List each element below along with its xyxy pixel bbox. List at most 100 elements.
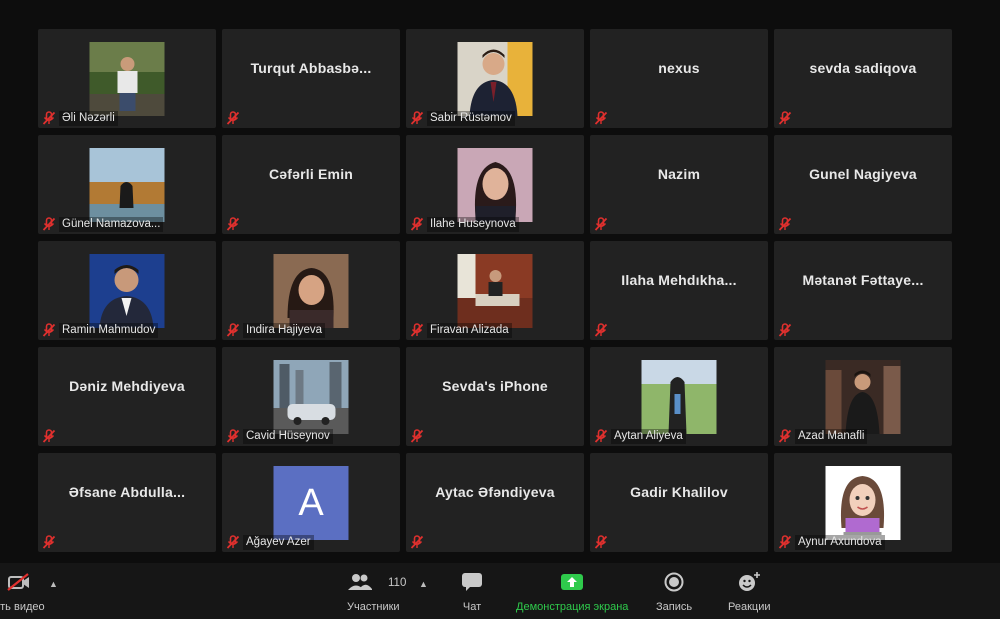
reactions-label: Реакции <box>728 601 771 613</box>
participant-tile[interactable]: Turqut Abbasbə... <box>222 29 400 128</box>
mic-muted-icon <box>410 111 424 125</box>
participant-video <box>89 148 165 222</box>
participant-status-bar <box>594 534 608 550</box>
mic-muted-icon <box>778 323 792 337</box>
participant-tile[interactable]: Əli Nəzərli <box>38 29 216 128</box>
participant-name: Aytan Aliyeva <box>611 428 686 444</box>
participant-video <box>457 42 533 116</box>
mic-muted-icon <box>778 429 792 443</box>
participant-name: Günel Namazova... <box>59 216 164 232</box>
participant-video <box>273 360 349 434</box>
participant-status-bar: Sabir Rüstəmov <box>410 110 515 126</box>
participant-video <box>825 360 901 434</box>
participant-display-name: Əfsane Abdulla... <box>68 483 186 500</box>
participant-name: Əli Nəzərli <box>59 110 118 126</box>
participant-tile[interactable]: sevda sadiqova <box>774 29 952 128</box>
participant-status-bar: Indira Hajiyeva <box>226 322 326 338</box>
record-button[interactable]: Запись <box>656 571 692 613</box>
participant-status-bar <box>778 322 792 338</box>
reactions-icon <box>739 572 761 591</box>
participant-video <box>273 254 349 328</box>
participant-tile[interactable]: Aytan Aliyeva <box>590 347 768 446</box>
participant-display-name: nexus <box>658 59 700 76</box>
participant-tile[interactable]: Aytac Əfəndiyeva <box>406 453 584 552</box>
participant-tile[interactable]: Ilaha Mehdıkha... <box>590 241 768 340</box>
participant-status-bar: Aytan Aliyeva <box>594 428 686 444</box>
participant-tile[interactable]: Ilahe Huseynova <box>406 135 584 234</box>
participant-tile[interactable]: A Ağayev Azer <box>222 453 400 552</box>
participant-tile[interactable]: Əfsane Abdulla... <box>38 453 216 552</box>
participant-tile[interactable]: Mətanət Fəttaye... <box>774 241 952 340</box>
chat-button[interactable]: Чат <box>461 571 483 613</box>
mic-muted-icon <box>42 111 56 125</box>
participant-status-bar <box>594 322 608 338</box>
participant-display-name: Turqut Abbasbə... <box>250 59 372 76</box>
participant-display-name: Mətanət Fəttaye... <box>802 271 924 288</box>
participant-name: Ramin Mahmudov <box>59 322 159 338</box>
mic-muted-icon <box>42 323 56 337</box>
participant-display-name: Nazim <box>657 165 701 182</box>
record-icon <box>664 572 684 592</box>
participant-tile[interactable]: Dəniz Mehdiyeva <box>38 347 216 446</box>
participant-status-bar: Ilahe Huseynova <box>410 216 519 232</box>
participants-icon <box>348 574 373 590</box>
participant-tile[interactable]: Aynur Axundova <box>774 453 952 552</box>
participant-status-bar <box>594 110 608 126</box>
participant-tile[interactable]: Azad Manafli <box>774 347 952 446</box>
participant-status-bar: Ramin Mahmudov <box>42 322 159 338</box>
participant-name: Ilahe Huseynova <box>427 216 519 232</box>
participant-tile[interactable]: Sevda's iPhone <box>406 347 584 446</box>
mic-muted-icon <box>42 217 56 231</box>
video-options-caret[interactable]: ▲ <box>49 579 58 589</box>
reactions-button[interactable]: Реакции <box>728 571 771 613</box>
participant-tile[interactable]: Firavan Alizada <box>406 241 584 340</box>
participant-status-bar: Cavid Hüseynov <box>226 428 333 444</box>
participant-video <box>89 42 165 116</box>
participant-tile[interactable]: Gunel Nagiyeva <box>774 135 952 234</box>
mic-muted-icon <box>226 217 240 231</box>
mic-muted-icon <box>594 217 608 231</box>
mic-muted-icon <box>778 111 792 125</box>
participant-gallery: Əli Nəzərli Turqut Abbasbə... Sabir Rüstəm… <box>38 29 953 554</box>
mic-muted-icon <box>778 535 792 549</box>
participant-tile[interactable]: Gadir Khalilov <box>590 453 768 552</box>
participant-status-bar <box>42 534 56 550</box>
participant-name: Cavid Hüseynov <box>243 428 333 444</box>
participants-options-caret[interactable]: ▲ <box>419 579 428 589</box>
share-screen-button[interactable]: Демонстрация экрана <box>516 571 628 613</box>
participant-name: Indira Hajiyeva <box>243 322 326 338</box>
participants-count: 110 <box>388 577 407 589</box>
participants-label: Участники <box>347 601 400 613</box>
chat-label: Чат <box>462 601 482 613</box>
participant-name: Aynur Axundova <box>795 534 885 550</box>
participant-tile[interactable]: Ramin Mahmudov <box>38 241 216 340</box>
avatar-letter: A <box>298 481 324 524</box>
participant-tile[interactable]: Günel Namazova... <box>38 135 216 234</box>
mic-muted-icon <box>594 535 608 549</box>
participant-tile[interactable]: Nazim <box>590 135 768 234</box>
share-screen-icon <box>561 574 584 590</box>
mic-muted-icon <box>226 111 240 125</box>
mic-muted-icon <box>42 429 56 443</box>
participant-avatar: A <box>273 466 349 540</box>
participant-video <box>825 466 901 540</box>
mic-muted-icon <box>226 323 240 337</box>
participant-status-bar: Əli Nəzərli <box>42 110 118 126</box>
participant-tile[interactable]: Indira Hajiyeva <box>222 241 400 340</box>
participant-status-bar <box>226 216 240 232</box>
mic-muted-icon <box>594 111 608 125</box>
participant-status-bar: Aynur Axundova <box>778 534 885 550</box>
participant-status-bar <box>410 534 424 550</box>
participant-status-bar <box>42 428 56 444</box>
participant-display-name: Aytac Əfəndiyeva <box>435 483 555 500</box>
participant-tile[interactable]: nexus <box>590 29 768 128</box>
video-toggle-button[interactable]: ить видео <box>0 571 45 613</box>
participant-display-name: Ilaha Mehdıkha... <box>621 271 737 288</box>
participant-display-name: Gadir Khalilov <box>630 483 728 500</box>
participant-status-bar <box>778 216 792 232</box>
mic-muted-icon <box>410 429 424 443</box>
participant-tile[interactable]: Cəfərli Emin <box>222 135 400 234</box>
participant-tile[interactable]: Sabir Rüstəmov <box>406 29 584 128</box>
participant-tile[interactable]: Cavid Hüseynov <box>222 347 400 446</box>
meeting-toolbar: ить видео ▲ Участники 110 ▲ Чат <box>0 563 1000 619</box>
